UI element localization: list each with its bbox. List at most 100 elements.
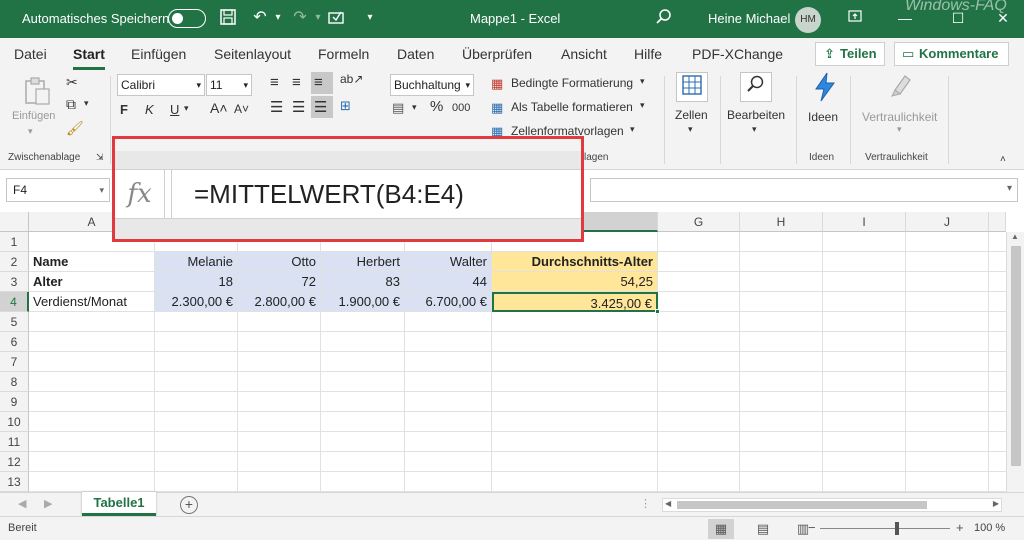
row-header[interactable]: 8	[0, 372, 29, 392]
scroll-up-icon[interactable]: ▲	[1011, 232, 1019, 241]
minimize-icon[interactable]: —	[895, 8, 915, 28]
chevron-down-icon[interactable]: ▾	[640, 100, 645, 111]
cut-icon[interactable]: ✂	[66, 74, 78, 91]
undo-dropdown-icon[interactable]: ▾	[268, 8, 288, 28]
page-layout-view-icon[interactable]: ▤	[750, 519, 776, 539]
maximize-icon[interactable]: ☐	[948, 8, 968, 28]
undo-icon[interactable]: ↶	[250, 8, 270, 28]
select-all-corner[interactable]	[0, 212, 29, 232]
align-middle-icon[interactable]: ≡	[292, 74, 301, 91]
row-header[interactable]: 12	[0, 452, 29, 472]
column-header[interactable]: J	[906, 212, 989, 232]
cell-b4[interactable]: 2.300,00 €	[155, 292, 238, 312]
paste-dropdown-icon[interactable]: ▾	[28, 126, 33, 137]
row-header[interactable]: 3	[0, 272, 29, 292]
fill-handle[interactable]	[655, 309, 660, 314]
zoom-slider-knob[interactable]	[895, 522, 899, 535]
merge-icon[interactable]: ⊞	[340, 98, 351, 114]
zoom-in-icon[interactable]: +	[956, 520, 964, 535]
row-header[interactable]: 9	[0, 392, 29, 412]
expand-formula-icon[interactable]: ▾	[1007, 183, 1012, 194]
sheet-tab-tabelle1[interactable]: Tabelle1	[82, 492, 156, 516]
cell-c3[interactable]: 72	[238, 272, 321, 292]
zoom-percentage[interactable]: 100 %	[974, 522, 1005, 534]
bold-button[interactable]: F	[120, 102, 128, 117]
row-header-selected[interactable]: 4	[0, 292, 29, 312]
scroll-left-icon[interactable]: ◀	[665, 499, 671, 508]
cell-d4[interactable]: 1.900,00 €	[321, 292, 405, 312]
tab-datei[interactable]: Datei	[14, 46, 47, 62]
row-header[interactable]: 11	[0, 432, 29, 452]
user-name[interactable]: Heine Michael	[708, 11, 790, 26]
row-header[interactable]: 7	[0, 352, 29, 372]
tab-split-handle-icon[interactable]: ⋮	[640, 497, 651, 510]
horizontal-scroll-thumb[interactable]	[677, 501, 927, 509]
row-header[interactable]: 6	[0, 332, 29, 352]
tab-pdf-xchange[interactable]: PDF-XChange	[692, 46, 783, 62]
vertical-scrollbar[interactable]: ▲	[1006, 232, 1024, 492]
paste-label[interactable]: Einfügen	[12, 110, 55, 122]
align-left-icon[interactable]: ☰	[270, 98, 283, 116]
chevron-down-icon[interactable]: ▾	[752, 124, 757, 135]
row-header[interactable]: 1	[0, 232, 29, 252]
currency-dropdown-icon[interactable]: ▾	[412, 102, 417, 113]
cell-e4[interactable]: 6.700,00 €	[405, 292, 492, 312]
cell-f3[interactable]: 54,25	[492, 272, 658, 292]
row-header[interactable]: 5	[0, 312, 29, 332]
insert-function-icon[interactable]: fx	[115, 170, 165, 218]
underline-dropdown-icon[interactable]: ▾	[184, 103, 189, 114]
paste-icon[interactable]	[22, 76, 52, 106]
underline-button[interactable]: U	[170, 102, 179, 117]
chevron-down-icon[interactable]: ▾	[630, 124, 635, 135]
chevron-down-icon[interactable]: ▾	[897, 124, 902, 135]
cell-b3[interactable]: 18	[155, 272, 238, 292]
tab-ueberpruefen[interactable]: Überprüfen	[462, 46, 532, 62]
formula-text[interactable]: =MITTELWERT(B4:E4)	[171, 170, 581, 218]
avatar[interactable]: HM	[795, 7, 821, 33]
cell-b2[interactable]: Melanie	[155, 252, 238, 272]
share-button[interactable]: ⇪ Teilen	[815, 42, 885, 66]
cell-e3[interactable]: 44	[405, 272, 492, 292]
cell-e2[interactable]: Walter	[405, 252, 492, 272]
align-right-icon[interactable]: ☰	[314, 98, 327, 116]
quick-access-dropdown-icon[interactable]: ▾	[360, 8, 380, 28]
italic-button[interactable]: K	[145, 102, 154, 117]
orientation-icon[interactable]: ab↗	[340, 72, 363, 86]
customize-icon[interactable]	[326, 8, 346, 28]
tab-seitenlayout[interactable]: Seitenlayout	[214, 46, 291, 62]
collapse-ribbon-icon[interactable]: ˄	[1000, 154, 1006, 165]
cell-a2[interactable]: Name	[29, 252, 155, 272]
editing-label[interactable]: Bearbeiten	[727, 108, 785, 122]
tab-daten[interactable]: Daten	[397, 46, 434, 62]
tab-einfuegen[interactable]: Einfügen	[131, 46, 186, 62]
font-size-select[interactable]: 11 ▾	[206, 74, 252, 96]
column-header[interactable]	[989, 212, 1006, 232]
cell-c4[interactable]: 2.800,00 €	[238, 292, 321, 312]
lightning-icon[interactable]	[810, 72, 840, 102]
number-format-select[interactable]: Buchhaltung ▾	[390, 74, 474, 96]
cell-d2[interactable]: Herbert	[321, 252, 405, 272]
formula-input-tail[interactable]: ▾	[590, 178, 1018, 202]
zoom-slider[interactable]	[820, 528, 950, 529]
tab-start[interactable]: Start	[73, 46, 105, 70]
cells-icon[interactable]	[676, 72, 708, 102]
conditional-formatting-icon[interactable]: ▦	[491, 76, 503, 92]
horizontal-scrollbar[interactable]: ◀ ▶	[662, 498, 1002, 512]
column-header[interactable]: G	[658, 212, 740, 232]
cell-c2[interactable]: Otto	[238, 252, 321, 272]
percent-button[interactable]: %	[430, 98, 443, 115]
redo-icon[interactable]: ↷	[290, 8, 310, 28]
name-box[interactable]: F4 ▾	[6, 178, 110, 202]
currency-icon[interactable]: ▤	[392, 100, 404, 116]
align-top-icon[interactable]: ≡	[270, 74, 279, 91]
copy-icon[interactable]: ⧉	[66, 96, 76, 113]
autosave-toggle[interactable]	[168, 9, 206, 28]
column-header[interactable]: H	[740, 212, 823, 232]
format-painter-icon[interactable]: 🖌	[66, 120, 84, 137]
editing-icon[interactable]	[740, 72, 772, 102]
font-name-select[interactable]: Calibri ▾	[117, 74, 205, 96]
tab-ansicht[interactable]: Ansicht	[561, 46, 607, 62]
sensitivity-label[interactable]: Vertraulichkeit	[862, 110, 937, 124]
row-header[interactable]: 10	[0, 412, 29, 432]
row-header[interactable]: 13	[0, 472, 29, 492]
